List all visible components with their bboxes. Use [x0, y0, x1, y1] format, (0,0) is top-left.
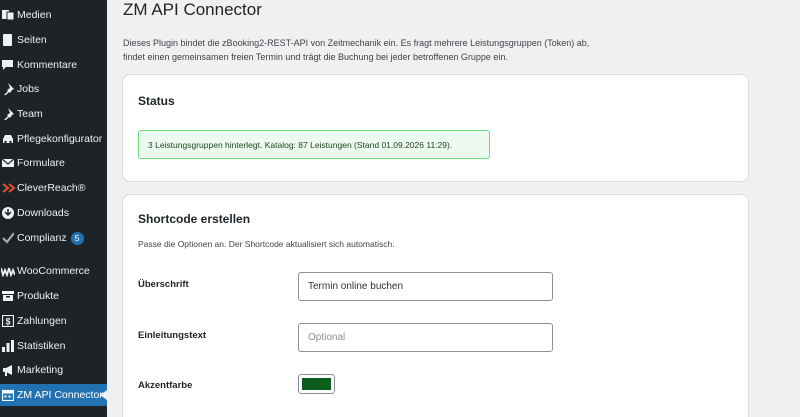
- megaphone-icon: [0, 362, 16, 378]
- sidebar-item-label: Produkte: [17, 290, 60, 302]
- sidebar-item-label: Downloads: [17, 207, 69, 219]
- intro-text-input[interactable]: [298, 323, 553, 352]
- comment-icon: [0, 57, 16, 73]
- sidebar-item-pflegekonfigurator[interactable]: Pflegekonfigurator: [0, 128, 107, 150]
- shortcode-hint: Passe die Optionen an. Der Shortcode akt…: [138, 239, 395, 249]
- sidebar-item-formulare[interactable]: Formulare: [0, 152, 107, 174]
- admin-sidebar: Medien Seiten Kommentare Jobs Team Pfleg…: [0, 0, 107, 417]
- plugin-description: Dieses Plugin bindet die zBooking2-REST-…: [123, 36, 683, 64]
- status-notice: 3 Leistungsgruppen hinterlegt. Katalog: …: [138, 130, 490, 159]
- sidebar-item-label: Kommentare: [17, 59, 78, 71]
- sidebar-item-downloads[interactable]: Downloads: [0, 202, 107, 224]
- woocommerce-icon: [0, 263, 16, 279]
- shortcode-card: Shortcode erstellen Passe die Optionen a…: [122, 194, 749, 417]
- status-card-title: Status: [138, 94, 175, 108]
- sidebar-item-label: CleverReach®: [17, 182, 86, 194]
- accent-color-label: Akzentfarbe: [138, 380, 193, 391]
- shortcode-card-title: Shortcode erstellen: [138, 212, 251, 226]
- mail-icon: [0, 155, 16, 171]
- download-icon: [0, 205, 16, 221]
- sidebar-item-medien[interactable]: Medien: [0, 4, 107, 26]
- accent-color-picker[interactable]: [298, 374, 335, 394]
- bar-chart-icon: [0, 338, 16, 354]
- accent-color-preview: [302, 378, 331, 390]
- svg-text:$: $: [5, 317, 10, 327]
- sidebar-item-kommentare[interactable]: Kommentare: [0, 54, 107, 76]
- description-line-2: findet einen gemeinsamen freien Termin u…: [123, 52, 508, 62]
- main-content: ZM API Connector Dieses Plugin bindet di…: [107, 0, 800, 417]
- pin-icon: [0, 106, 16, 122]
- description-line-1: Dieses Plugin bindet die zBooking2-REST-…: [123, 38, 590, 48]
- pin-icon: [0, 81, 16, 97]
- sidebar-item-label: WooCommerce: [17, 265, 90, 277]
- sidebar-item-label: Team: [17, 108, 43, 120]
- archive-icon: [0, 288, 16, 304]
- payment-icon: $: [0, 313, 16, 329]
- media-icon: [0, 7, 16, 23]
- sidebar-item-label: Marketing: [17, 364, 64, 376]
- sidebar-item-team[interactable]: Team: [0, 103, 107, 125]
- car-icon: [0, 131, 16, 147]
- calendar-icon: [0, 387, 16, 403]
- check-icon: [0, 230, 16, 246]
- sidebar-item-label: Zahlungen: [17, 315, 67, 327]
- sidebar-item-label: Complianz: [17, 232, 67, 244]
- sidebar-item-zm-api-connector[interactable]: ZM API Connector: [0, 384, 107, 406]
- sidebar-item-label: Medien: [17, 9, 52, 21]
- sidebar-item-label: Statistiken: [17, 340, 66, 352]
- sidebar-item-jobs[interactable]: Jobs: [0, 78, 107, 100]
- page-icon: [0, 32, 16, 48]
- sidebar-item-zahlungen[interactable]: $ Zahlungen: [0, 310, 107, 332]
- sidebar-item-complianz[interactable]: Complianz 5: [0, 227, 107, 249]
- intro-text-label: Einleitungstext: [138, 330, 207, 341]
- sidebar-item-label: Seiten: [17, 34, 47, 46]
- sidebar-item-seiten[interactable]: Seiten: [0, 29, 107, 51]
- sidebar-item-cleverreach[interactable]: CleverReach®: [0, 177, 107, 199]
- heading-input[interactable]: [298, 272, 553, 301]
- sidebar-item-label: Formulare: [17, 157, 65, 169]
- sidebar-item-marketing[interactable]: Marketing: [0, 359, 107, 381]
- sidebar-item-produkte[interactable]: Produkte: [0, 285, 107, 307]
- cleverreach-icon: [0, 180, 16, 196]
- sidebar-item-label: ZM API Connector: [17, 389, 103, 401]
- page-title: ZM API Connector: [123, 0, 262, 19]
- sidebar-item-label: Jobs: [17, 83, 40, 95]
- sidebar-item-statistiken[interactable]: Statistiken: [0, 335, 107, 357]
- sidebar-item-label: Pflegekonfigurator: [17, 133, 103, 145]
- status-card: Status 3 Leistungsgruppen hinterlegt. Ka…: [122, 74, 749, 182]
- sidebar-item-woocommerce[interactable]: WooCommerce: [0, 260, 107, 282]
- heading-label: Überschrift: [138, 279, 189, 290]
- notification-badge: 5: [70, 231, 84, 245]
